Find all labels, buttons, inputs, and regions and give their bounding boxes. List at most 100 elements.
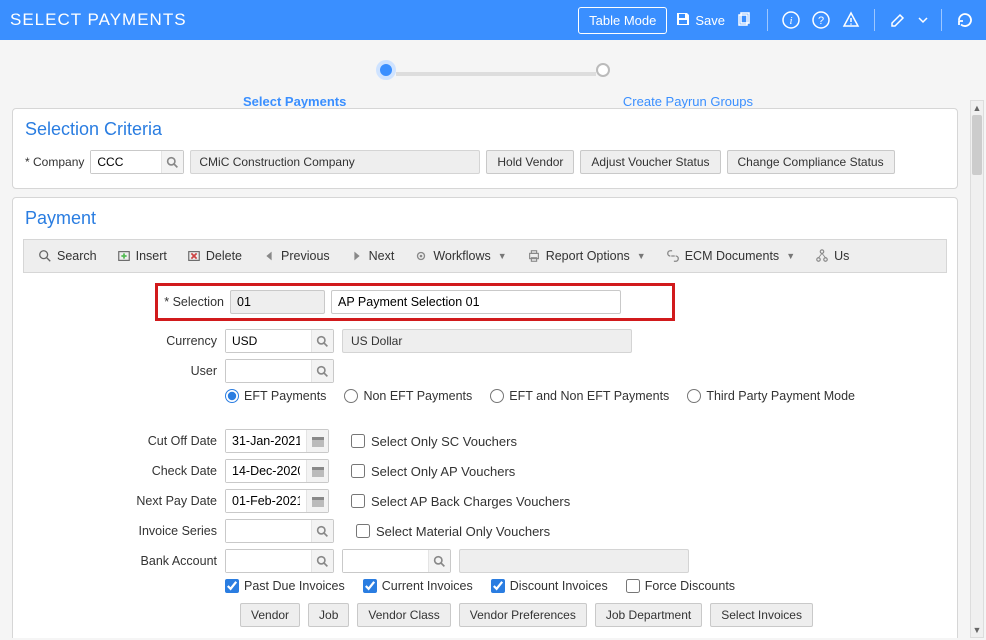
- nextpay-field[interactable]: [226, 490, 306, 512]
- save-button[interactable]: Save: [675, 11, 725, 30]
- radio-third-party[interactable]: Third Party Payment Mode: [687, 389, 855, 403]
- header-actions: Table Mode Save i ?: [578, 7, 976, 34]
- calendar-icon[interactable]: [306, 460, 328, 482]
- adjust-voucher-button[interactable]: Adjust Voucher Status: [580, 150, 720, 174]
- check-back-charges[interactable]: Select AP Back Charges Vouchers: [351, 494, 570, 509]
- check-material-only[interactable]: Select Material Only Vouchers: [356, 524, 550, 539]
- selection-desc-input[interactable]: [331, 290, 621, 314]
- change-compliance-button[interactable]: Change Compliance Status: [727, 150, 895, 174]
- invoice-series-label: Invoice Series: [25, 524, 225, 538]
- bank-account-lookup-2: [342, 549, 451, 573]
- bank-account-label: Bank Account: [25, 554, 225, 568]
- step-dot-active[interactable]: [376, 60, 396, 80]
- main-content: Selection Criteria Company CMiC Construc…: [2, 100, 968, 638]
- checkdate-input: [225, 459, 329, 483]
- scroll-down-arrow[interactable]: ▼: [971, 623, 983, 637]
- step-dot-inactive[interactable]: [596, 63, 610, 77]
- search-icon: [38, 249, 52, 263]
- invoice-series-input[interactable]: [226, 520, 311, 542]
- previous-button[interactable]: Previous: [254, 245, 338, 267]
- chevron-down-icon: ▼: [498, 251, 507, 261]
- info-icon[interactable]: i: [780, 9, 802, 31]
- cutoff-date-field[interactable]: [226, 430, 306, 452]
- user-lookup: [225, 359, 334, 383]
- refresh-icon[interactable]: [954, 9, 976, 31]
- check-current[interactable]: Current Invoices: [363, 579, 473, 593]
- radio-both[interactable]: EFT and Non EFT Payments: [490, 389, 669, 403]
- check-past-due[interactable]: Past Due Invoices: [225, 579, 345, 593]
- bank-account-name-display: [459, 549, 689, 573]
- user-input[interactable]: [226, 360, 311, 382]
- calendar-icon[interactable]: [306, 430, 328, 452]
- chevron-down-icon: ▼: [786, 251, 795, 261]
- step-connector: [396, 72, 596, 76]
- selection-highlight: Selection: [155, 283, 675, 321]
- cutoff-date-input: [225, 429, 329, 453]
- criteria-title: Selection Criteria: [25, 119, 945, 140]
- insert-button[interactable]: Insert: [109, 245, 175, 267]
- bank-account-input-2[interactable]: [343, 550, 428, 572]
- company-label: Company: [25, 155, 84, 169]
- gear-icon: [414, 249, 428, 263]
- save-label: Save: [695, 13, 725, 28]
- report-options-button[interactable]: Report Options▼: [519, 245, 654, 267]
- svg-text:?: ?: [818, 15, 824, 27]
- selection-code-input[interactable]: [230, 290, 325, 314]
- check-sc-vouchers[interactable]: Select Only SC Vouchers: [351, 434, 517, 449]
- radio-non-eft[interactable]: Non EFT Payments: [344, 389, 472, 403]
- search-icon[interactable]: [311, 520, 333, 542]
- save-icon: [675, 11, 691, 30]
- check-discount[interactable]: Discount Invoices: [491, 579, 608, 593]
- vertical-scrollbar[interactable]: ▲ ▼: [970, 100, 984, 638]
- delete-icon: [187, 249, 201, 263]
- search-icon[interactable]: [311, 360, 333, 382]
- search-icon[interactable]: [311, 550, 333, 572]
- hold-vendor-button[interactable]: Hold Vendor: [486, 150, 574, 174]
- search-icon[interactable]: [161, 151, 183, 173]
- payment-form: Currency US Dollar User EFT Payments Non…: [25, 329, 945, 593]
- radio-eft[interactable]: EFT Payments: [225, 389, 326, 403]
- check-force-discounts[interactable]: Force Discounts: [626, 579, 735, 593]
- ecm-documents-button[interactable]: ECM Documents▼: [658, 245, 803, 267]
- checkdate-field[interactable]: [226, 460, 306, 482]
- job-button[interactable]: Job: [308, 603, 349, 627]
- calendar-icon[interactable]: [306, 490, 328, 512]
- currency-name-display: US Dollar: [342, 329, 632, 353]
- edit-icon[interactable]: [887, 9, 909, 31]
- search-icon[interactable]: [428, 550, 450, 572]
- criteria-row: Company CMiC Construction Company Hold V…: [25, 150, 945, 174]
- search-button[interactable]: Search: [30, 245, 105, 267]
- vendor-button[interactable]: Vendor: [240, 603, 300, 627]
- scroll-up-arrow[interactable]: ▲: [971, 101, 983, 115]
- help-icon[interactable]: ?: [810, 9, 832, 31]
- bottom-button-row: Vendor Job Vendor Class Vendor Preferenc…: [240, 603, 945, 627]
- vendor-prefs-button[interactable]: Vendor Preferences: [459, 603, 587, 627]
- duplicate-icon[interactable]: [733, 9, 755, 31]
- divider: [767, 9, 768, 31]
- company-name-display: CMiC Construction Company: [190, 150, 480, 174]
- payment-title: Payment: [25, 208, 945, 229]
- currency-code-input[interactable]: [226, 330, 311, 352]
- checkdate-label: Check Date: [25, 464, 225, 478]
- scroll-thumb[interactable]: [972, 115, 982, 175]
- delete-button[interactable]: Delete: [179, 245, 250, 267]
- bank-account-input-1[interactable]: [226, 550, 311, 572]
- check-ap-vouchers[interactable]: Select Only AP Vouchers: [351, 464, 515, 479]
- table-mode-button[interactable]: Table Mode: [578, 7, 667, 34]
- nextpay-label: Next Pay Date: [25, 494, 225, 508]
- cutoff-label: Cut Off Date: [25, 434, 225, 448]
- user-ext-button[interactable]: Us: [807, 245, 857, 267]
- arrow-right-icon: [350, 249, 364, 263]
- warning-icon[interactable]: [840, 9, 862, 31]
- currency-lookup: [225, 329, 334, 353]
- company-code-input[interactable]: [91, 151, 161, 173]
- selection-label: Selection: [164, 295, 224, 309]
- workflows-button[interactable]: Workflows▼: [406, 245, 514, 267]
- select-invoices-button[interactable]: Select Invoices: [710, 603, 813, 627]
- job-dept-button[interactable]: Job Department: [595, 603, 702, 627]
- vendor-class-button[interactable]: Vendor Class: [357, 603, 450, 627]
- chevron-down-icon[interactable]: [917, 9, 929, 31]
- next-button[interactable]: Next: [342, 245, 403, 267]
- search-icon[interactable]: [311, 330, 333, 352]
- selection-criteria-panel: Selection Criteria Company CMiC Construc…: [12, 108, 958, 189]
